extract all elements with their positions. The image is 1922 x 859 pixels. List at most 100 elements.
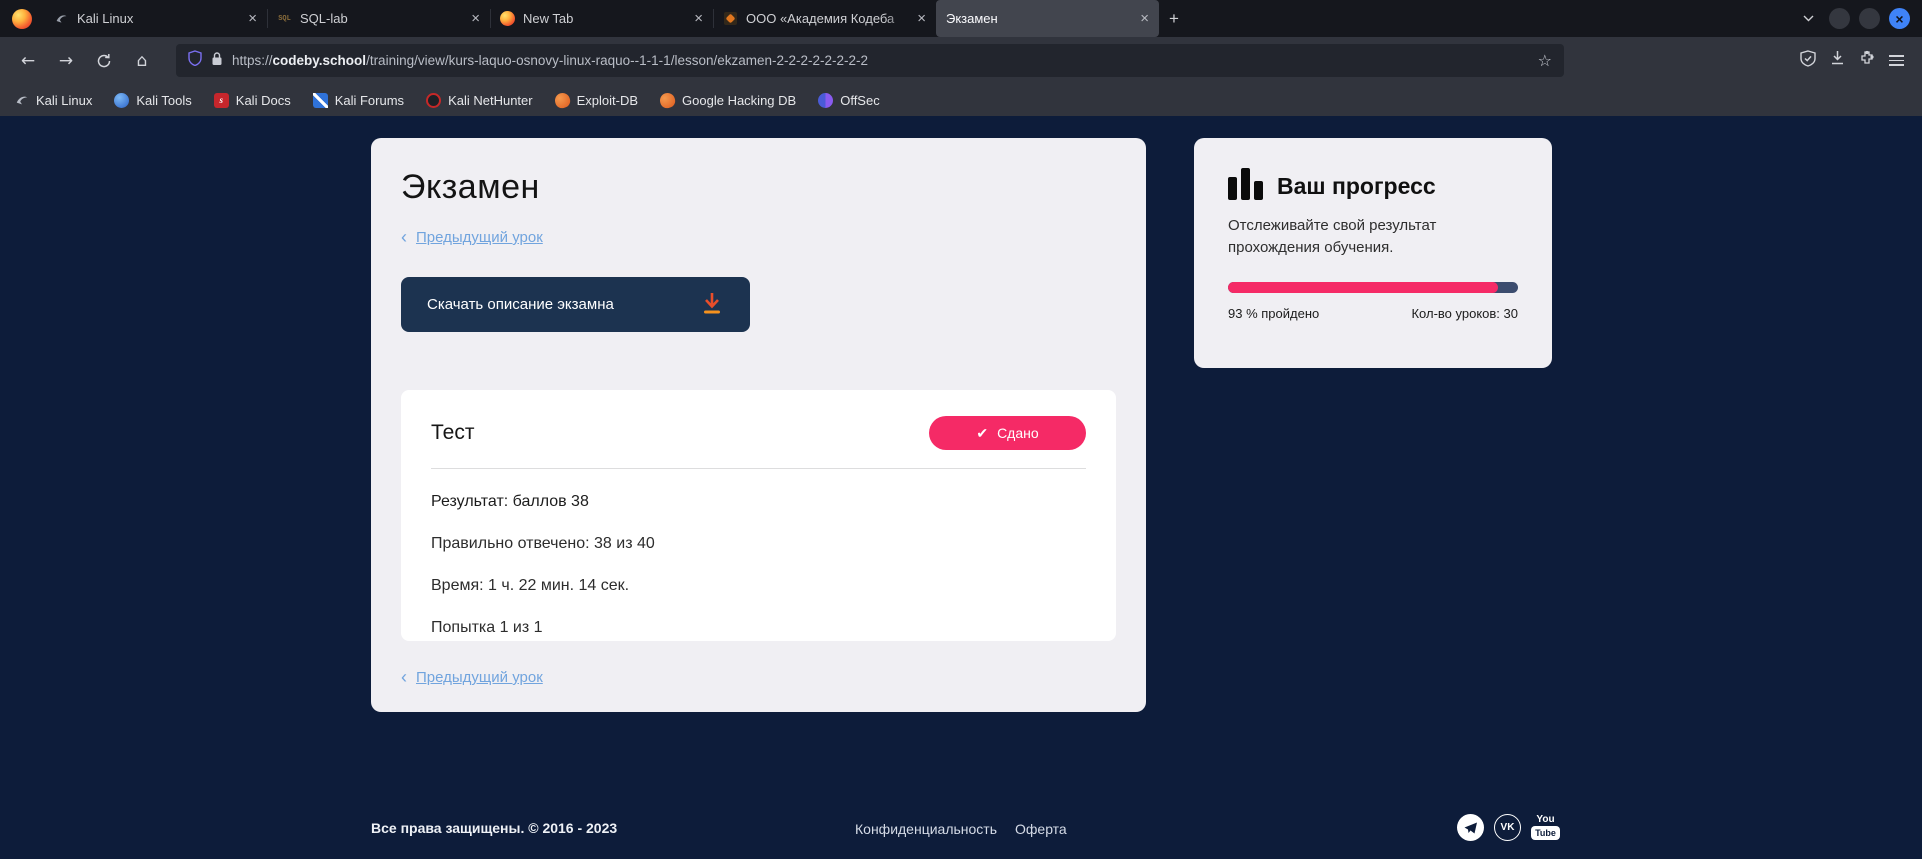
tab-title: Экзамен bbox=[946, 11, 1132, 26]
bookmark-kali-linux[interactable]: Kali Linux bbox=[14, 93, 92, 108]
tab-kali-linux[interactable]: Kali Linux × bbox=[44, 0, 267, 37]
back-icon[interactable]: ← bbox=[12, 45, 44, 77]
vk-icon[interactable]: VK bbox=[1494, 814, 1521, 841]
progress-percent-label: 93 % пройдено bbox=[1228, 306, 1319, 321]
progress-description: Отслеживайте свой результат прохождения … bbox=[1228, 215, 1458, 259]
forward-icon[interactable]: → bbox=[50, 45, 82, 77]
firefox-icon bbox=[12, 9, 32, 29]
codeby-favicon bbox=[723, 11, 738, 26]
downloads-icon[interactable] bbox=[1830, 50, 1845, 71]
test-title: Тест bbox=[431, 421, 474, 445]
chevron-left-icon: ‹ bbox=[401, 667, 407, 688]
offsec-icon bbox=[818, 93, 833, 108]
page-footer: Все права защищены. © 2016 - 2023 Конфид… bbox=[0, 812, 1922, 846]
result-correct-line: Правильно отвечено: 38 из 40 bbox=[431, 535, 1086, 553]
window-minimize-button[interactable] bbox=[1829, 8, 1850, 29]
bookmark-label: Kali Linux bbox=[36, 93, 92, 108]
kali-forums-icon bbox=[313, 93, 328, 108]
menu-hamburger-icon[interactable] bbox=[1889, 55, 1904, 66]
privacy-link[interactable]: Конфиденциальность bbox=[855, 821, 997, 837]
bookmark-kali-nethunter[interactable]: Kali NetHunter bbox=[426, 93, 533, 108]
result-time-line: Время: 1 ч. 22 мин. 14 сек. bbox=[431, 577, 1086, 595]
protections-dashboard-icon[interactable] bbox=[1800, 50, 1816, 72]
chevron-left-icon: ‹ bbox=[401, 227, 407, 248]
check-icon: ✔ bbox=[976, 425, 988, 442]
bookmark-kali-tools[interactable]: Kali Tools bbox=[114, 93, 191, 108]
progress-bar bbox=[1228, 282, 1518, 293]
close-tab-icon[interactable]: × bbox=[1140, 10, 1149, 27]
page-content: Экзамен ‹ Предыдущий урок Скачать описан… bbox=[0, 116, 1922, 859]
bar-chart-icon bbox=[1228, 168, 1263, 200]
tab-title: New Tab bbox=[523, 11, 686, 26]
bookmark-kali-forums[interactable]: Kali Forums bbox=[313, 93, 404, 108]
close-tab-icon[interactable]: × bbox=[694, 10, 703, 27]
youtube-icon[interactable]: You Tube bbox=[1531, 815, 1560, 840]
extensions-puzzle-icon[interactable] bbox=[1859, 50, 1875, 71]
tab-title: SQL-lab bbox=[300, 11, 463, 26]
kali-docs-icon: s bbox=[214, 93, 229, 108]
bookmark-label: OffSec bbox=[840, 93, 880, 108]
browser-window: Kali Linux × SQL SQL-lab × New Tab × ООО… bbox=[0, 0, 1922, 859]
result-score-line: Результат: баллов 38 bbox=[431, 493, 1086, 511]
progress-card: Ваш прогресс Отслеживайте свой результат… bbox=[1194, 138, 1552, 368]
bookmark-label: Kali Tools bbox=[136, 93, 191, 108]
download-exam-description-button[interactable]: Скачать описание экзамна bbox=[401, 277, 750, 332]
kali-dragon-icon bbox=[14, 93, 29, 108]
previous-lesson-label: Предыдущий урок bbox=[416, 229, 543, 246]
google-hacking-db-bug-icon bbox=[658, 91, 676, 109]
bookmarks-toolbar: Kali Linux Kali Tools s Kali Docs Kali F… bbox=[0, 84, 1922, 116]
bookmark-offsec[interactable]: OffSec bbox=[818, 93, 880, 108]
bookmark-label: Google Hacking DB bbox=[682, 93, 796, 108]
kali-tools-icon bbox=[114, 93, 129, 108]
sql-lab-favicon: SQL bbox=[277, 11, 292, 26]
page-title: Экзамен bbox=[401, 168, 1116, 207]
social-links: VK You Tube bbox=[1457, 814, 1560, 841]
divider bbox=[431, 468, 1086, 469]
firefox-menu-button[interactable] bbox=[0, 0, 44, 37]
copyright-text: Все права защищены. © 2016 - 2023 bbox=[371, 820, 617, 836]
tab-strip: Kali Linux × SQL SQL-lab × New Tab × ООО… bbox=[44, 0, 1159, 37]
progress-title: Ваш прогресс bbox=[1277, 173, 1436, 200]
tab-ekzamen-active[interactable]: Экзамен × bbox=[936, 0, 1159, 37]
kali-nethunter-icon bbox=[426, 93, 441, 108]
window-close-button[interactable]: × bbox=[1889, 8, 1910, 29]
tab-sql-lab[interactable]: SQL SQL-lab × bbox=[267, 0, 490, 37]
close-tab-icon[interactable]: × bbox=[917, 10, 926, 27]
close-tab-icon[interactable]: × bbox=[471, 10, 480, 27]
new-tab-button[interactable]: + bbox=[1159, 0, 1189, 37]
kali-dragon-icon bbox=[54, 11, 69, 26]
bookmark-label: Kali Forums bbox=[335, 93, 404, 108]
close-tab-icon[interactable]: × bbox=[248, 10, 257, 27]
bookmark-star-icon[interactable]: ☆ bbox=[1538, 51, 1552, 70]
bookmark-google-hacking-db[interactable]: Google Hacking DB bbox=[660, 93, 796, 108]
list-all-tabs-chevron-icon[interactable] bbox=[1796, 7, 1820, 31]
bookmark-label: Kali NetHunter bbox=[448, 93, 533, 108]
navigation-toolbar: ← → ⌂ https://codeby.school/training/vie… bbox=[0, 37, 1922, 84]
progress-bar-fill bbox=[1228, 282, 1498, 293]
lock-icon[interactable] bbox=[211, 51, 223, 71]
tracking-protection-shield-icon[interactable] bbox=[188, 50, 202, 71]
url-bar[interactable]: https://codeby.school/training/view/kurs… bbox=[176, 44, 1564, 77]
reload-icon[interactable] bbox=[88, 45, 120, 77]
telegram-icon[interactable] bbox=[1457, 814, 1484, 841]
window-maximize-button[interactable] bbox=[1859, 8, 1880, 29]
previous-lesson-link-top[interactable]: ‹ Предыдущий урок bbox=[401, 227, 543, 248]
home-icon[interactable]: ⌂ bbox=[126, 45, 158, 77]
bookmark-label: Kali Docs bbox=[236, 93, 291, 108]
tab-new-tab[interactable]: New Tab × bbox=[490, 0, 713, 37]
tab-bar: Kali Linux × SQL SQL-lab × New Tab × ООО… bbox=[0, 0, 1922, 37]
tab-codeby-academy[interactable]: ООО «Академия Кодеба × bbox=[713, 0, 936, 37]
url-text: https://codeby.school/training/view/kurs… bbox=[232, 53, 1529, 68]
download-button-label: Скачать описание экзамна bbox=[427, 296, 614, 313]
tab-title: ООО «Академия Кодеба bbox=[746, 11, 909, 26]
passed-label: Сдано bbox=[997, 425, 1039, 441]
previous-lesson-link-bottom[interactable]: ‹ Предыдущий урок bbox=[401, 667, 543, 688]
window-controls: × bbox=[1796, 0, 1922, 37]
tab-title: Kali Linux bbox=[77, 11, 240, 26]
offer-link[interactable]: Оферта bbox=[1015, 821, 1067, 837]
passed-status-badge[interactable]: ✔ Сдано bbox=[929, 416, 1086, 450]
bookmark-exploit-db[interactable]: Exploit-DB bbox=[555, 93, 638, 108]
download-icon bbox=[700, 290, 724, 320]
previous-lesson-label: Предыдущий урок bbox=[416, 669, 543, 686]
bookmark-kali-docs[interactable]: s Kali Docs bbox=[214, 93, 291, 108]
